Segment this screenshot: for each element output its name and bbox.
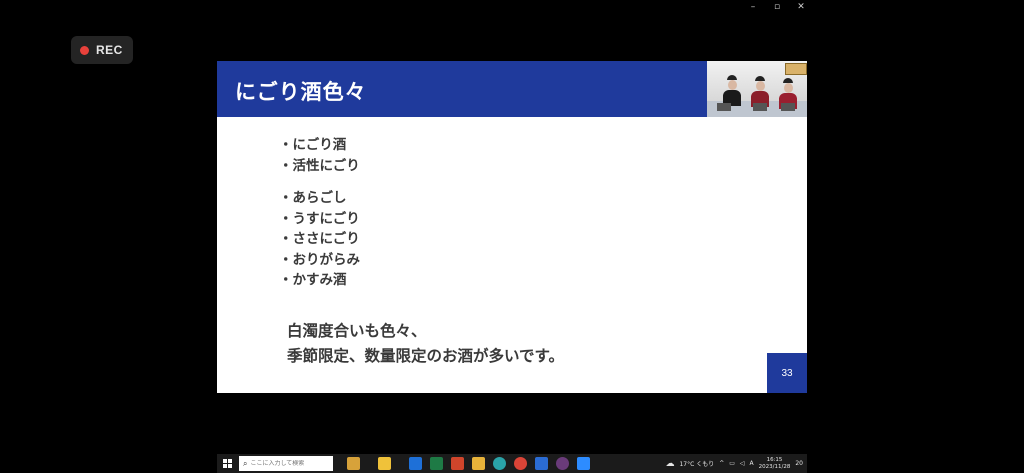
laptop-image (781, 103, 795, 111)
search-input[interactable] (250, 460, 321, 467)
excel-icon[interactable] (430, 457, 443, 470)
zoom-icon[interactable] (577, 457, 590, 470)
minimize-icon[interactable]: – (748, 2, 758, 12)
speaker-video-thumbnail[interactable] (707, 61, 807, 117)
powerpoint-icon[interactable] (451, 457, 464, 470)
media-player-icon[interactable] (556, 457, 569, 470)
bullet-item: うすにごり (279, 209, 360, 230)
record-dot-icon (80, 45, 89, 55)
window-controls: – ▫ ✕ (748, 2, 806, 12)
bullet-item: かすみ酒 (279, 270, 360, 291)
bullet-item: 活性にごり (279, 156, 360, 177)
bullet-item: にごり酒 (279, 135, 360, 156)
laptop-image (717, 103, 731, 111)
clock[interactable]: 16:15 2023/11/28 (759, 457, 791, 471)
bullet-item: ささにごり (279, 229, 360, 250)
cloud-icon: ☁ (665, 458, 675, 469)
start-button[interactable] (217, 454, 237, 473)
volume-icon[interactable]: ◁ (740, 460, 745, 467)
system-tray: ☁ 17°C くもり ^ ▭ ◁ A 16:15 2023/11/28 20 (665, 454, 803, 473)
summary-line: 白濁度合いも色々、 (287, 322, 427, 340)
weather-text[interactable]: 17°C くもり (679, 459, 714, 468)
ime-indicator[interactable]: A (750, 460, 754, 467)
chrome-icon[interactable] (514, 457, 527, 470)
bullet-item: あらごし (279, 188, 360, 209)
word-icon[interactable] (535, 457, 548, 470)
recording-label: REC (96, 43, 123, 57)
edge-icon[interactable] (493, 457, 506, 470)
taskbar-search[interactable]: ⌕ (239, 456, 333, 471)
slide-header: にごり酒色々 (217, 61, 707, 117)
chevron-up-icon[interactable]: ^ (719, 460, 724, 467)
clock-time: 16:15 (766, 456, 783, 463)
folder-icon[interactable] (472, 457, 485, 470)
laptop-image (753, 103, 767, 111)
video-sign-image (785, 63, 807, 75)
outlook-icon[interactable] (409, 457, 422, 470)
close-icon[interactable]: ✕ (796, 2, 806, 12)
search-icon: ⌕ (243, 458, 248, 468)
windows-taskbar: ⌕ ☁ 17°C くもり ^ ▭ ◁ A 16:15 2023/11/28 20 (217, 454, 807, 473)
recording-indicator[interactable]: REC (71, 36, 133, 64)
slide-title: にごり酒色々 (235, 80, 367, 104)
clock-date: 2023/11/28 (758, 463, 791, 470)
slide-summary: 白濁度合いも色々、 季節限定、数量限定のお酒が多いです。 (287, 319, 564, 369)
briefcase-icon[interactable] (347, 457, 360, 470)
network-icon[interactable]: ▭ (729, 460, 735, 467)
shared-slide: にごり酒色々 にごり酒 活性にごり あらごし うすにごり ささにごり おりがらみ… (217, 61, 807, 393)
slide-page-number: 33 (767, 353, 807, 393)
video-person (723, 75, 741, 106)
summary-line: 季節限定、数量限定のお酒が多いです。 (287, 347, 564, 365)
maximize-icon[interactable]: ▫ (772, 2, 782, 12)
bullet-item: おりがらみ (279, 250, 361, 271)
notification-badge[interactable]: 20 (795, 460, 803, 467)
windows-logo-icon (222, 459, 232, 468)
bullet-list: にごり酒 活性にごり あらごし うすにごり ささにごり おりがらみ かすみ酒 (279, 135, 361, 291)
file-explorer-icon[interactable] (378, 457, 391, 470)
